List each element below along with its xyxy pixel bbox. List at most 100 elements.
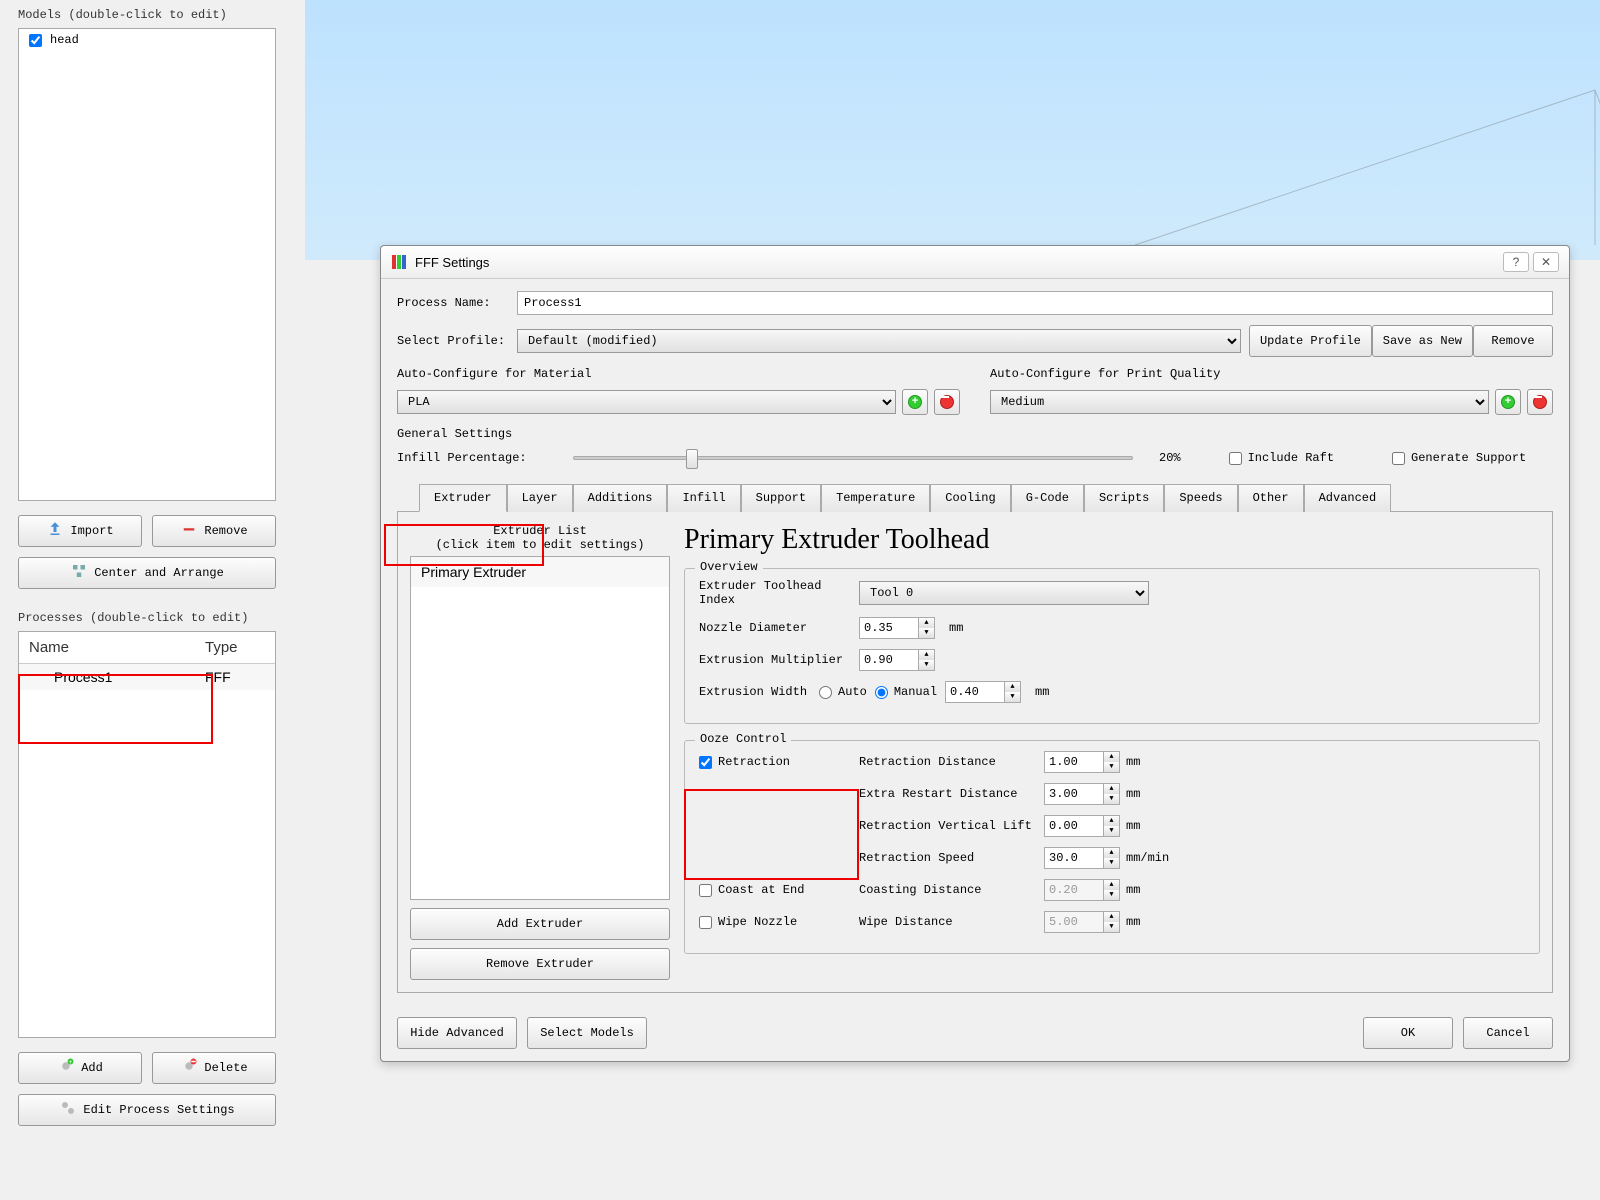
tab-infill[interactable]: Infill [667, 484, 740, 512]
profile-select[interactable]: Default (modified) [517, 329, 1241, 353]
app-icon [391, 254, 407, 270]
vlift-spinner[interactable]: ▲▼ [1044, 815, 1120, 837]
process-type: FFF [205, 669, 265, 685]
extmult-label: Extrusion Multiplier [699, 653, 851, 667]
coast-wrap[interactable]: Coast at End [699, 883, 804, 897]
processes-columns: Name Type [19, 632, 275, 664]
ret-speed-spinner[interactable]: ▲▼ [1044, 847, 1120, 869]
tab-scripts[interactable]: Scripts [1084, 484, 1164, 512]
wipe-checkbox[interactable] [699, 916, 712, 929]
model-name: head [50, 33, 79, 47]
save-as-new-button[interactable]: Save as New [1372, 325, 1473, 357]
wipe-wrap[interactable]: Wipe Nozzle [699, 915, 797, 929]
extra-restart-spinner[interactable]: ▲▼ [1044, 783, 1120, 805]
overview-fieldset: Overview Extruder Toolhead Index Tool 0 … [684, 568, 1540, 724]
tab-content: Extruder List (click item to edit settin… [397, 512, 1553, 993]
add-extruder-button[interactable]: Add Extruder [410, 908, 670, 940]
tab-support[interactable]: Support [741, 484, 821, 512]
center-arrange-button[interactable]: Center and Arrange [18, 557, 276, 589]
select-profile-label: Select Profile: [397, 334, 517, 348]
viewport-background [305, 0, 1600, 260]
fff-settings-dialog: FFF Settings ? ✕ Process Name: Select Pr… [380, 245, 1570, 1062]
tab-advanced[interactable]: Advanced [1304, 484, 1392, 512]
tab-temperature[interactable]: Temperature [821, 484, 930, 512]
wipe-dist-label: Wipe Distance [859, 915, 1044, 929]
ooze-legend: Ooze Control [695, 732, 791, 746]
extruder-list-panel: Extruder List (click item to edit settin… [410, 524, 670, 980]
extruder-list[interactable]: Primary Extruder [410, 556, 670, 900]
ret-dist-label: Retraction Distance [859, 755, 1044, 769]
slider-thumb[interactable] [686, 449, 698, 469]
retraction-wrap[interactable]: Retraction [699, 755, 790, 769]
coast-dist-label: Coasting Distance [859, 883, 1044, 897]
model-row[interactable]: head [19, 29, 275, 51]
remove-extruder-button[interactable]: Remove Extruder [410, 948, 670, 980]
delete-process-button[interactable]: Delete [152, 1052, 276, 1084]
plus-icon: + [908, 395, 922, 409]
remove-model-button[interactable]: Remove [152, 515, 276, 547]
processes-header: Processes (double-click to edit) [18, 611, 287, 625]
extwidth-label: Extrusion Width [699, 685, 811, 699]
extwidth-auto[interactable]: Auto [819, 685, 867, 699]
add-quality-button[interactable]: + [1495, 389, 1521, 415]
svg-text:+: + [69, 1059, 73, 1066]
tab-gcode[interactable]: G-Code [1011, 484, 1084, 512]
coast-checkbox[interactable] [699, 884, 712, 897]
generate-support-checkbox[interactable] [1392, 452, 1405, 465]
models-list[interactable]: head [18, 28, 276, 501]
nozzle-spinner[interactable]: ▲▼ [859, 617, 935, 639]
tab-additions[interactable]: Additions [573, 484, 668, 512]
center-icon [70, 562, 88, 584]
update-profile-button[interactable]: Update Profile [1249, 325, 1372, 357]
extruder-list-label: Extruder List (click item to edit settin… [410, 524, 670, 552]
select-models-button[interactable]: Select Models [527, 1017, 647, 1049]
ret-dist-spinner[interactable]: ▲▼ [1044, 751, 1120, 773]
cancel-button[interactable]: Cancel [1463, 1017, 1553, 1049]
include-raft-checkbox[interactable] [1229, 452, 1242, 465]
model-checkbox[interactable] [29, 34, 42, 47]
remove-quality-button[interactable] [1527, 389, 1553, 415]
hide-advanced-button[interactable]: Hide Advanced [397, 1017, 517, 1049]
toolhead-index-label: Extruder Toolhead Index [699, 579, 851, 607]
processes-list[interactable]: Name Type Process1 FFF [18, 631, 276, 1038]
include-raft-wrap[interactable]: Include Raft [1229, 451, 1334, 465]
process-name-label: Process Name: [397, 296, 517, 310]
material-select[interactable]: PLA [397, 390, 896, 414]
add-material-button[interactable]: + [902, 389, 928, 415]
sidebar: Models (double-click to edit) head Impor… [0, 0, 305, 1200]
extwidth-manual[interactable]: Manual [875, 685, 937, 699]
gear-icon [59, 1099, 77, 1121]
dialog-titlebar[interactable]: FFF Settings ? ✕ [381, 246, 1569, 279]
help-button[interactable]: ? [1503, 252, 1529, 272]
edit-process-settings-button[interactable]: Edit Process Settings [18, 1094, 276, 1126]
extruder-list-item[interactable]: Primary Extruder [411, 557, 669, 587]
extra-restart-label: Extra Restart Distance [859, 787, 1044, 801]
tab-layer[interactable]: Layer [507, 484, 573, 512]
extmult-spinner[interactable]: ▲▼ [859, 649, 935, 671]
tab-speeds[interactable]: Speeds [1164, 484, 1237, 512]
gear-add-icon: + [57, 1057, 75, 1079]
generate-support-wrap[interactable]: Generate Support [1392, 451, 1526, 465]
ok-button[interactable]: OK [1363, 1017, 1453, 1049]
infill-label: Infill Percentage: [397, 451, 547, 465]
col-type: Type [205, 639, 265, 656]
import-button[interactable]: Import [18, 515, 142, 547]
add-process-button[interactable]: + Add [18, 1052, 142, 1084]
extwidth-spinner[interactable]: ▲▼ [945, 681, 1021, 703]
tab-cooling[interactable]: Cooling [930, 484, 1010, 512]
process-name: Process1 [29, 669, 205, 685]
close-button[interactable]: ✕ [1533, 252, 1559, 272]
tab-extruder[interactable]: Extruder [419, 484, 507, 512]
tab-other[interactable]: Other [1238, 484, 1304, 512]
wipe-dist-spinner[interactable]: ▲▼ [1044, 911, 1120, 933]
coast-dist-spinner[interactable]: ▲▼ [1044, 879, 1120, 901]
remove-profile-button[interactable]: Remove [1473, 325, 1553, 357]
process-row[interactable]: Process1 FFF [19, 664, 275, 690]
quality-select[interactable]: Medium [990, 390, 1489, 414]
nozzle-label: Nozzle Diameter [699, 621, 851, 635]
toolhead-index-select[interactable]: Tool 0 [859, 581, 1149, 605]
retraction-checkbox[interactable] [699, 756, 712, 769]
infill-slider[interactable] [573, 456, 1133, 460]
process-name-input[interactable] [517, 291, 1553, 315]
remove-material-button[interactable] [934, 389, 960, 415]
